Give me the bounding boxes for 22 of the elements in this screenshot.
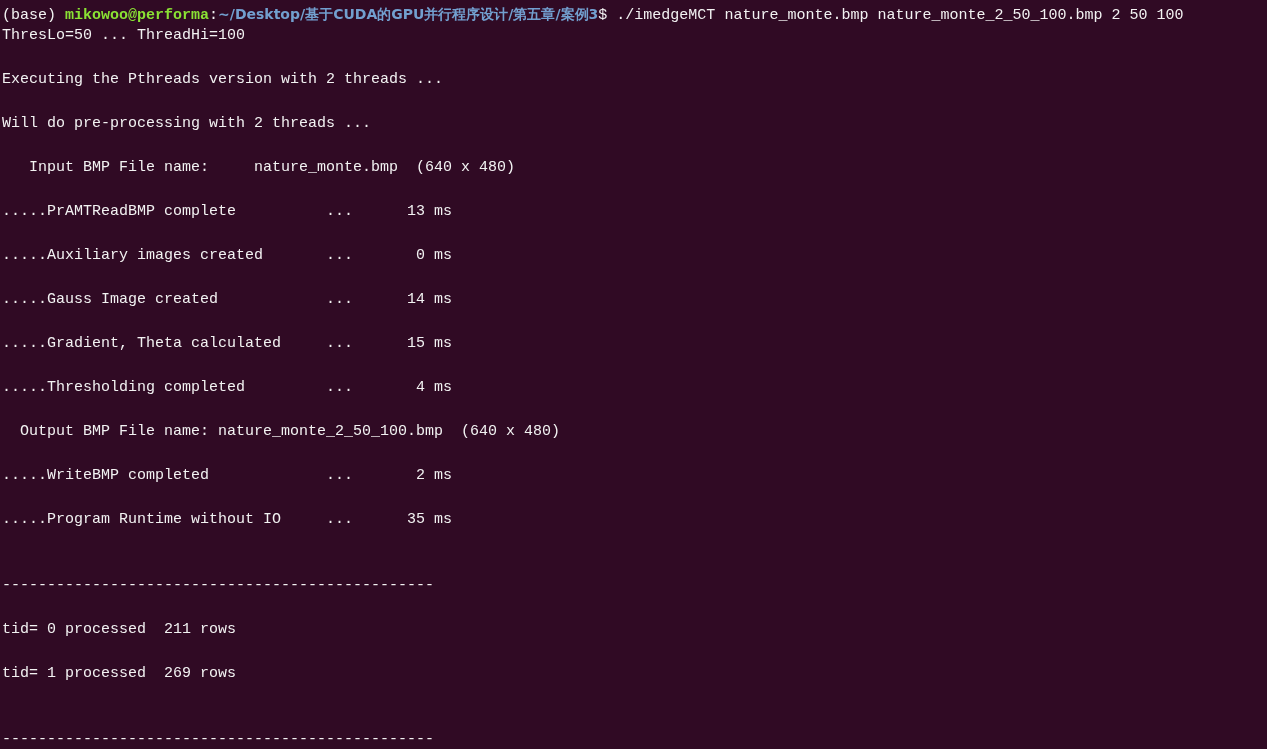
prompt-separator: : bbox=[209, 7, 219, 24]
output-line: .....Gradient, Theta calculated ... 15 ms bbox=[2, 335, 453, 352]
output-line: tid= 0 processed 211 rows bbox=[2, 621, 237, 638]
output-line: Output BMP File name: nature_monte_2_50_100.bmp (640 x 480) bbox=[19, 423, 561, 440]
output-line: ------------------------------------------------ bbox=[2, 577, 435, 594]
prompt-symbol: $ bbox=[598, 7, 608, 24]
prompt-user-host: mikowoo@performa bbox=[65, 7, 210, 24]
output-line: ------------------------------------------------ bbox=[2, 731, 435, 748]
output-line: .....Auxiliary images created ... 0 ms bbox=[2, 247, 453, 264]
output-line: tid= 1 processed 269 rows bbox=[2, 665, 237, 682]
command-text: ./imedgeMCT nature_monte.bmp nature_monte_2_50_100.bmp 2 50 100 bbox=[616, 7, 1184, 24]
prompt-env: (base) bbox=[2, 7, 56, 24]
output-line: .....Thresholding completed ... 4 ms bbox=[2, 379, 453, 396]
prompt-path: ~/Desktop/基于CUDA的GPU并行程序设计/第五章/案例3 bbox=[218, 6, 599, 22]
output-line: Executing the Pthreads version with 2 threads ... bbox=[2, 71, 444, 88]
output-line: .....Program Runtime without IO ... 35 ms bbox=[2, 511, 453, 528]
output-line: .....Gauss Image created ... 14 ms bbox=[2, 291, 453, 308]
output-line: .....PrAMTReadBMP complete ... 13 ms bbox=[2, 203, 453, 220]
output-line: Will do pre-processing with 2 threads ... bbox=[2, 115, 372, 132]
output-line: .....WriteBMP completed ... 2 ms bbox=[2, 467, 453, 484]
output-line: Input BMP File name: nature_monte.bmp (640 x 480) bbox=[28, 159, 516, 176]
output-line: ThresLo=50 ... ThreadHi=100 bbox=[2, 27, 246, 44]
